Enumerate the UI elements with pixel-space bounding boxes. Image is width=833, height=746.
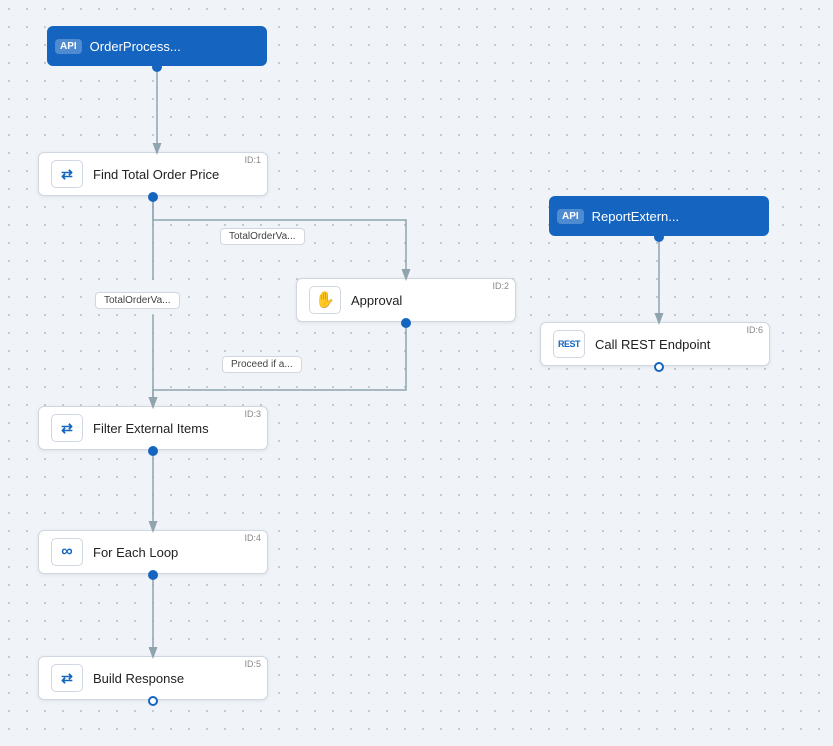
dot-build-response-out [148, 696, 158, 706]
api-badge: API [55, 39, 82, 54]
rest-icon: REST [553, 330, 585, 358]
dot-filter-out [148, 446, 158, 456]
build-response-icon: ⇄ [51, 664, 83, 692]
dot-approval-out [401, 318, 411, 328]
flow-canvas: API OrderProcess... ID:1 ⇄ Find Total Or… [0, 0, 833, 746]
node-id-6: ID:6 [746, 325, 763, 335]
dot-report-external-out [654, 232, 664, 242]
find-total-order-price-node[interactable]: ID:1 ⇄ Find Total Order Price [38, 152, 268, 196]
filter-icon-3: ⇄ [51, 414, 83, 442]
total-order-va-label-2: TotalOrderVa... [95, 292, 180, 309]
connections-svg [0, 0, 833, 746]
call-rest-endpoint-node[interactable]: ID:6 REST Call REST Endpoint [540, 322, 770, 366]
find-total-order-price-label: Find Total Order Price [93, 167, 219, 182]
approval-icon: ✋ [309, 286, 341, 314]
proceed-if-label: Proceed if a... [222, 356, 302, 373]
approval-node[interactable]: ID:2 ✋ Approval [296, 278, 516, 322]
dot-call-rest-out [654, 362, 664, 372]
node-id-2: ID:2 [492, 281, 509, 291]
filter-external-items-node[interactable]: ID:3 ⇄ Filter External Items [38, 406, 268, 450]
for-each-loop-node[interactable]: ID:4 ∞ For Each Loop [38, 530, 268, 574]
total-order-va-label-1: TotalOrderVa... [220, 228, 305, 245]
api-badge-2: API [557, 209, 584, 224]
report-external-node[interactable]: API ReportExtern... [549, 196, 769, 236]
filter-external-items-label: Filter External Items [93, 421, 209, 436]
node-id-5: ID:5 [244, 659, 261, 669]
for-each-loop-label: For Each Loop [93, 545, 178, 560]
dot-order-process-out [152, 62, 162, 72]
node-id-1: ID:1 [244, 155, 261, 165]
call-rest-endpoint-label: Call REST Endpoint [595, 337, 710, 352]
order-process-label: OrderProcess... [90, 39, 181, 54]
approval-label: Approval [351, 293, 402, 308]
report-external-label: ReportExtern... [592, 209, 679, 224]
node-id-4: ID:4 [244, 533, 261, 543]
dot-find-total-out [148, 192, 158, 202]
filter-icon-1: ⇄ [51, 160, 83, 188]
loop-icon: ∞ [51, 538, 83, 566]
build-response-node[interactable]: ID:5 ⇄ Build Response [38, 656, 268, 700]
order-process-node[interactable]: API OrderProcess... [47, 26, 267, 66]
dot-loop-out [148, 570, 158, 580]
node-id-3: ID:3 [244, 409, 261, 419]
build-response-label: Build Response [93, 671, 184, 686]
